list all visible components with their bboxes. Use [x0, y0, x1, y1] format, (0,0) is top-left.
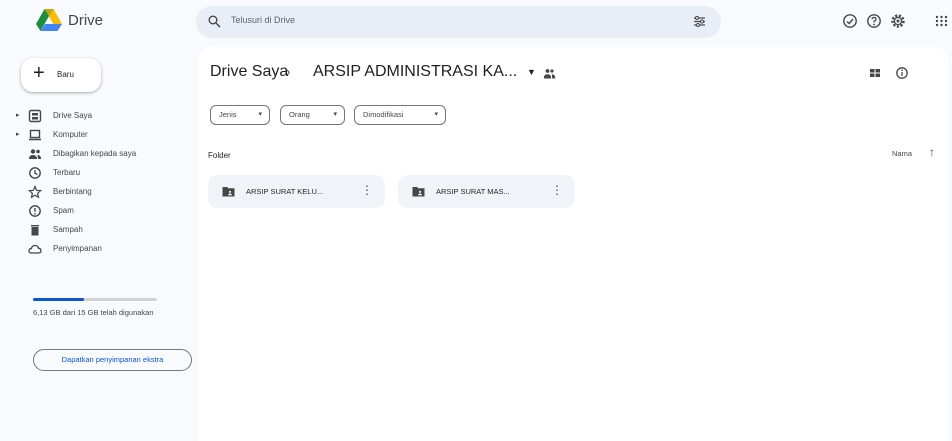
apps-grid-icon[interactable] [934, 13, 948, 29]
shared-folder-icon[interactable] [543, 68, 556, 79]
sort-ascending-arrow-icon[interactable]: ↑ [929, 145, 935, 159]
sidebar-item-storage[interactable]: Penyimpanan [0, 240, 190, 258]
sidebar-item-label: Dibagikan kepada saya [53, 149, 137, 158]
search-filter-icon[interactable] [693, 15, 706, 28]
storage-usage-text: 6,13 GB dari 15 GB telah digunakan [33, 308, 154, 317]
search-input[interactable]: Telusuri di Drive [231, 15, 295, 25]
sidebar-item-label: Penyimpanan [53, 244, 102, 253]
status-icon[interactable] [842, 13, 858, 29]
more-options-icon[interactable]: ⋮ [361, 183, 373, 197]
spam-icon [29, 205, 41, 217]
star-icon [28, 185, 42, 199]
drive-logo-icon[interactable] [36, 9, 62, 31]
breadcrumb-separator: › [286, 64, 291, 79]
get-more-storage-button[interactable]: Dapatkan penyimpanan ekstra [33, 349, 192, 371]
recent-icon [29, 167, 41, 179]
trash-icon [31, 225, 39, 236]
search-bar[interactable]: Telusuri di Drive [196, 6, 721, 38]
grid-view-icon[interactable] [868, 66, 882, 80]
expand-arrow-icon[interactable]: ▸ [16, 111, 20, 119]
sidebar-item-label: Berbintang [53, 187, 92, 196]
storage-progress-bar [33, 298, 157, 301]
sidebar-item-label: Terbaru [53, 168, 81, 177]
shared-icon [29, 149, 41, 159]
breadcrumb-current-folder[interactable]: ARSIP ADMINISTRASI KA... [313, 63, 517, 81]
sidebar-item-trash[interactable]: Sampah [0, 221, 190, 239]
sidebar-item-label: Drive Saya [53, 111, 93, 120]
cloud-icon [28, 244, 42, 254]
folder-name: ARSIP SURAT MAS... [436, 187, 510, 196]
sidebar-item-starred[interactable]: Berbintang [0, 183, 190, 201]
filter-type-chip[interactable]: Jenis ▾ [210, 105, 270, 125]
my-drive-icon [28, 109, 42, 123]
details-info-icon[interactable] [895, 66, 909, 80]
sidebar-item-my-drive[interactable]: ▸ Drive Saya [0, 107, 190, 125]
sidebar-item-computers[interactable]: ▸ Komputer [0, 126, 190, 144]
section-heading: Folder [208, 151, 231, 160]
main-panel: Drive Saya › ARSIP ADMINISTRASI KA... ▼ … [198, 47, 948, 441]
help-icon[interactable] [866, 13, 882, 29]
top-bar: Drive Telusuri di Drive [0, 0, 952, 46]
folder-card[interactable]: ARSIP SURAT MAS... ⋮ [398, 175, 575, 208]
folder-card[interactable]: ARSIP SURAT KELU... ⋮ [208, 175, 385, 208]
filter-chip-label: Orang [289, 110, 310, 119]
filter-chip-label: Dimodifikasi [363, 110, 404, 119]
sidebar-item-spam[interactable]: Spam [0, 202, 190, 220]
expand-arrow-icon[interactable]: ▸ [16, 130, 20, 138]
sidebar-item-label: Komputer [53, 130, 88, 139]
settings-icon[interactable] [890, 13, 906, 29]
search-icon[interactable] [208, 15, 221, 28]
chevron-down-icon: ▾ [333, 111, 337, 118]
new-button-label: Baru [57, 70, 74, 79]
chevron-down-icon: ▾ [258, 111, 262, 118]
folder-shared-icon [222, 187, 235, 197]
computer-icon [29, 129, 41, 141]
folder-name: ARSIP SURAT KELU... [246, 187, 324, 196]
plus-icon: + [33, 62, 45, 84]
sidebar-item-shared[interactable]: Dibagikan kepada saya [0, 145, 190, 163]
new-button[interactable]: + Baru [21, 58, 101, 92]
filter-modified-chip[interactable]: Dimodifikasi ▾ [354, 105, 446, 125]
sidebar-item-label: Spam [53, 206, 74, 215]
breadcrumb-root[interactable]: Drive Saya [210, 63, 288, 81]
sort-by-name-button[interactable]: Nama [892, 149, 912, 158]
folder-menu-caret-icon[interactable]: ▼ [527, 67, 536, 77]
sidebar-item-recent[interactable]: Terbaru [0, 164, 190, 182]
chevron-down-icon: ▾ [434, 111, 438, 118]
storage-progress-fill [33, 298, 84, 301]
sidebar-item-label: Sampah [53, 225, 83, 234]
filter-people-chip[interactable]: Orang ▾ [280, 105, 345, 125]
filter-chip-label: Jenis [219, 110, 237, 119]
folder-shared-icon [412, 187, 425, 197]
brand-name[interactable]: Drive [68, 12, 103, 29]
more-options-icon[interactable]: ⋮ [551, 183, 563, 197]
